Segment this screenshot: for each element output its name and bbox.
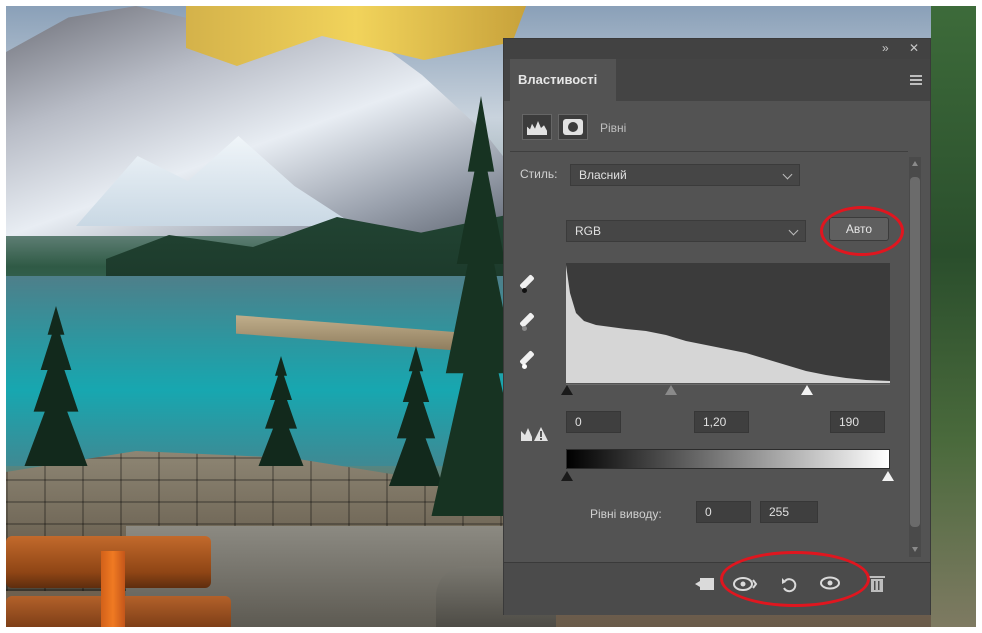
output-gradient-bar — [566, 449, 890, 469]
preset-value: Власний — [579, 168, 627, 182]
input-gamma-slider[interactable] — [665, 385, 677, 395]
chevron-down-icon — [788, 225, 799, 236]
black-eyedropper-icon[interactable] — [519, 271, 542, 293]
scroll-down-icon[interactable] — [912, 547, 918, 552]
visibility-eye-icon[interactable] — [817, 575, 843, 597]
auto-button[interactable]: Авто — [829, 217, 889, 241]
output-levels-label: Рівні виводу: — [590, 507, 662, 521]
input-black-field[interactable]: 0 — [566, 411, 621, 433]
adjustment-name: Рівні — [600, 121, 627, 135]
clipping-warning-icon[interactable] — [520, 423, 550, 443]
preset-label: Стиль: — [520, 167, 558, 181]
channel-dropdown[interactable]: RGB — [566, 220, 806, 242]
output-black-slider[interactable] — [561, 471, 573, 481]
scroll-up-icon[interactable] — [912, 161, 918, 166]
histogram — [566, 263, 890, 383]
tab-properties[interactable]: Властивості — [510, 59, 616, 101]
output-black-field[interactable]: 0 — [696, 501, 751, 523]
foliage — [931, 6, 976, 627]
white-eyedropper-icon[interactable] — [519, 347, 542, 369]
histogram-icon[interactable] — [522, 114, 552, 140]
channel-value: RGB — [575, 224, 602, 238]
input-white-slider[interactable] — [801, 385, 813, 395]
gray-eyedropper-icon[interactable] — [519, 309, 542, 331]
mask-icon[interactable] — [558, 114, 588, 140]
input-gamma-field[interactable]: 1,20 — [694, 411, 749, 433]
histogram-graph — [566, 265, 890, 383]
collapse-icon[interactable]: » — [882, 41, 889, 55]
trash-icon[interactable] — [864, 575, 890, 597]
output-white-slider[interactable] — [882, 471, 894, 481]
divider — [510, 151, 908, 152]
clip-to-layer-icon[interactable] — [692, 575, 718, 597]
properties-panel: » ✕ Властивості Рівні Стиль: Власний RGB… — [503, 38, 931, 615]
input-slider-track — [566, 384, 890, 385]
panel-title-strip: » ✕ — [504, 39, 930, 59]
reset-icon[interactable] — [776, 575, 802, 597]
input-white-field[interactable]: 190 — [830, 411, 885, 433]
panel-scrollbar[interactable] — [909, 157, 921, 557]
orange-post — [101, 551, 125, 627]
scroll-thumb[interactable] — [910, 177, 920, 527]
menu-icon[interactable] — [910, 75, 922, 85]
output-white-field[interactable]: 255 — [760, 501, 818, 523]
view-previous-state-icon[interactable] — [732, 575, 758, 597]
chevron-down-icon — [782, 169, 793, 180]
close-icon[interactable]: ✕ — [909, 41, 919, 55]
preset-dropdown[interactable]: Власний — [570, 164, 800, 186]
input-black-slider[interactable] — [561, 385, 573, 395]
